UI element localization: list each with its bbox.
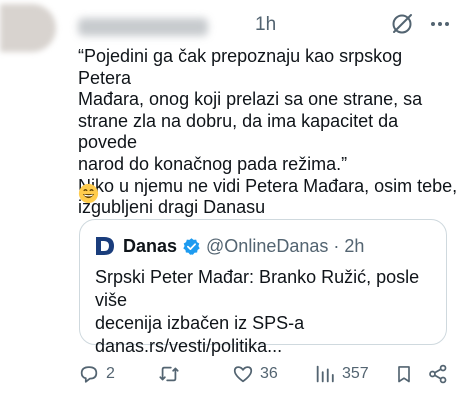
quoted-author-handle[interactable]: @OnlineDanas — [206, 236, 328, 257]
quoted-tweet-header: Danas @OnlineDanas · 2h — [95, 234, 364, 258]
tweet-action-bar: 2 36 357 — [78, 360, 454, 388]
views-button[interactable]: 357 — [314, 360, 369, 388]
share-icon — [429, 364, 447, 384]
heart-icon — [233, 366, 253, 383]
views-chart-icon — [316, 365, 334, 383]
tweet-time[interactable]: 1h — [255, 14, 276, 36]
quoted-dot-separator: · — [333, 235, 340, 256]
quoted-tweet-time[interactable]: 2h — [344, 236, 364, 257]
quoted-tweet-text: Srpski Peter Mađar: Branko Ružić, posle … — [95, 266, 440, 358]
grinning-face-emoji — [78, 183, 99, 204]
views-count: 357 — [342, 365, 369, 382]
bookmark-button[interactable] — [394, 360, 414, 388]
quoted-author-name[interactable]: Danas — [123, 236, 177, 257]
like-count: 36 — [260, 365, 278, 382]
share-button[interactable] — [427, 360, 449, 388]
retweet-icon — [159, 366, 179, 382]
grok-icon[interactable] — [390, 12, 414, 36]
retweet-button[interactable] — [157, 360, 187, 388]
quoted-tweet-card[interactable]: Danas @OnlineDanas · 2h Srpski Peter Mađ… — [79, 219, 447, 356]
danas-logo-icon[interactable] — [95, 235, 115, 257]
more-options-icon[interactable] — [428, 12, 452, 36]
tweet-top-actions — [390, 12, 452, 36]
reply-button[interactable]: 2 — [78, 360, 115, 388]
quoted-text-line-1: Srpski Peter Mađar: Branko Ružić, posle … — [95, 267, 420, 310]
verified-badge-icon — [183, 237, 200, 255]
reply-count: 2 — [106, 365, 115, 382]
reply-icon — [80, 366, 98, 383]
bookmark-icon — [398, 366, 410, 383]
quoted-link[interactable]: danas.rs/vesti/politika... — [95, 335, 440, 358]
tweet-text: “Pojedini ga čak prepoznaju kao srpskog … — [78, 46, 458, 218]
like-button[interactable]: 36 — [232, 360, 278, 388]
author-name-blurred[interactable] — [78, 18, 208, 36]
quoted-text-line-2: decenija izbačen iz SPS-a — [95, 313, 305, 333]
author-avatar[interactable] — [0, 4, 56, 52]
